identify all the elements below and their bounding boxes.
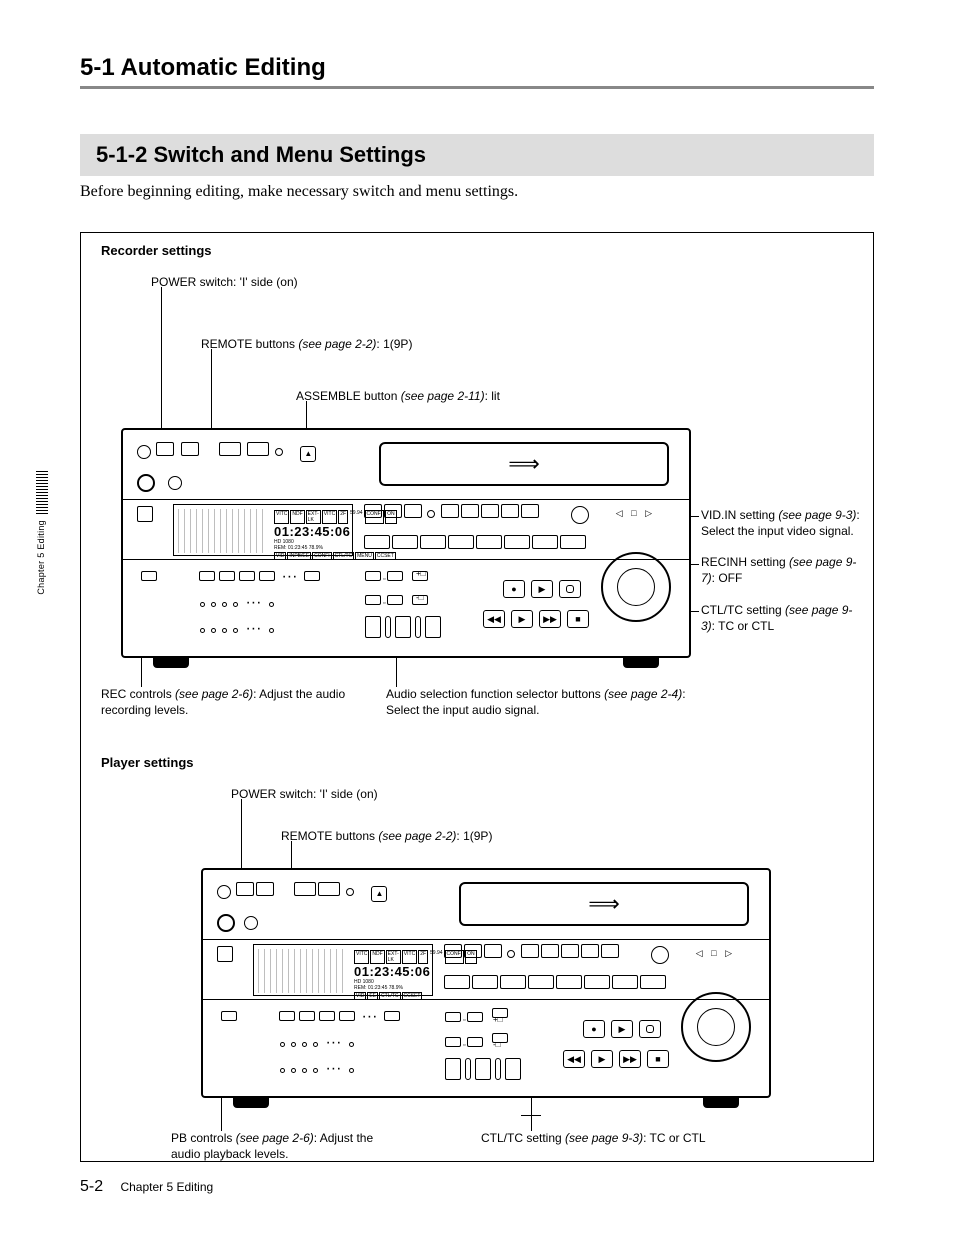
callout-ctltc-player: CTL/TC setting (see page 9-3): TC or CTL [481, 1131, 751, 1147]
callout-rec-controls: REC controls (see page 2-6): Adjust the … [101, 687, 351, 718]
generic-button-icon [156, 442, 174, 456]
page-title: 5-1 Automatic Editing [80, 54, 326, 82]
led-icon [275, 448, 283, 456]
lcd-display: VITCNDFEXT-LKVITC2F59.94CONFION 01:23:45… [173, 504, 353, 556]
power-switch-icon [137, 445, 151, 459]
transport-controls: ● ▶ [503, 580, 581, 598]
page-number: 5-2 [80, 1178, 103, 1195]
callout-power-recorder: POWER switch: 'I' side (on) [151, 275, 298, 291]
callout-remote-recorder: REMOTE buttons (see page 2-2): 1(9P) [201, 337, 412, 353]
callout-recinh: RECINH setting (see page 9-7): OFF [701, 555, 861, 586]
ff-icon: ▶▶ [619, 1050, 641, 1068]
recorder-device: ▲ ⟹ VITCNDFEXT-LKVITC2F59.94CONFION 01:2… [121, 428, 691, 658]
side-chapter-tab: Chapter 5 Editing [36, 470, 48, 600]
rew-icon: ◀◀ [563, 1050, 585, 1068]
callout-remote-player: REMOTE buttons (see page 2-2): 1(9P) [281, 829, 492, 845]
arrow-right-icon: ⟹ [508, 451, 540, 477]
play-icon: ▶ [531, 580, 553, 598]
knob-icon [137, 474, 155, 492]
callout-audio-select: Audio selection function selector button… [386, 687, 706, 718]
knob-icon [168, 476, 182, 490]
eject-icon: ▲ [371, 886, 387, 902]
ff-icon: ▶▶ [539, 610, 561, 628]
player-settings-heading: Player settings [101, 755, 194, 770]
play-icon: ▶ [591, 1050, 613, 1068]
stop-icon: ■ [647, 1050, 669, 1068]
callout-assemble: ASSEMBLE button (see page 2-11): lit [296, 389, 500, 405]
callout-pb-controls: PB controls (see page 2-6): Adjust the a… [171, 1131, 381, 1162]
generic-button-icon [181, 442, 199, 456]
jog-dial-icon [601, 552, 671, 622]
stop-icon: ■ [567, 610, 589, 628]
callout-vidin: VID.IN setting (see page 9-3): Select th… [701, 508, 861, 539]
footer-chapter: Chapter 5 Editing [120, 1180, 213, 1194]
generic-button-icon [247, 442, 269, 456]
arrow-right-icon: ⟹ [588, 891, 620, 917]
play-icon: ▶ [511, 610, 533, 628]
rec-dot-icon: ● [583, 1020, 605, 1038]
control-icon [137, 506, 153, 522]
cassette-slot: ⟹ [459, 882, 749, 926]
page-footer: 5-2 Chapter 5 Editing [80, 1178, 213, 1196]
settings-diagram: Recorder settings POWER switch: 'I' side… [80, 232, 874, 1162]
knob-icon [571, 506, 589, 524]
eject-icon: ▲ [300, 446, 316, 462]
player-device: ▲ ⟹ VITCNDFEXT-LKVITC2F59.94CONFION 01:2… [201, 868, 771, 1098]
subsection-heading: 5-1-2 Switch and Menu Settings [80, 134, 874, 176]
indicator-icon: ◁ □ ▷ [616, 508, 655, 519]
callout-ctltc-recorder: CTL/TC setting (see page 9-3): TC or CTL [701, 603, 861, 634]
intro-paragraph: Before beginning editing, make necessary… [80, 182, 540, 203]
lcd-display: VITCNDFEXT-LKVITC2F59.94CONFION 01:23:45… [253, 944, 433, 996]
jog-dial-icon [681, 992, 751, 1062]
callout-power-player: POWER switch: 'I' side (on) [231, 787, 378, 803]
generic-button-icon [219, 442, 241, 456]
cassette-slot: ⟹ [379, 442, 669, 486]
title-rule [80, 86, 874, 89]
rec-dot-icon: ● [503, 580, 525, 598]
power-switch-icon [217, 885, 231, 899]
rew-icon: ◀◀ [483, 610, 505, 628]
recorder-settings-heading: Recorder settings [101, 243, 212, 258]
play-icon: ▶ [611, 1020, 633, 1038]
